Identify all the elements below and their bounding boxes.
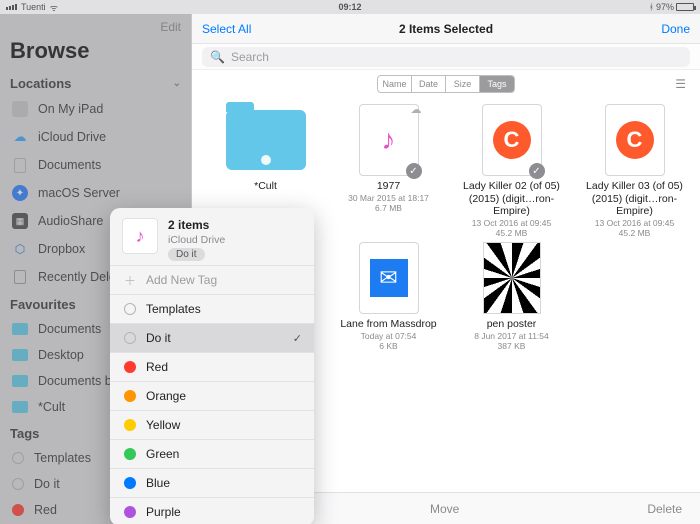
signal-icon	[6, 4, 17, 10]
tag-option-green[interactable]: Green	[110, 439, 314, 468]
tag-option-purple[interactable]: Purple	[110, 497, 314, 524]
mail-icon: ✉	[370, 259, 408, 297]
clock: 09:12	[338, 2, 361, 12]
tag-option-yellow[interactable]: Yellow	[110, 410, 314, 439]
sort-name[interactable]: Name	[378, 76, 412, 92]
list-layout-icon[interactable]: ☰	[675, 77, 686, 91]
tag-dot-icon	[124, 419, 136, 431]
tag-dot-icon	[124, 303, 136, 315]
tag-dot-icon	[124, 332, 136, 344]
plus-icon: ＋	[124, 274, 136, 286]
file-tile-ladykiller03[interactable]: C Lady Killer 03 (of 05) (2015) (digit…r…	[579, 104, 690, 238]
selection-title: 2 Items Selected	[399, 22, 493, 36]
battery-icon	[676, 3, 694, 11]
file-tile-penposter[interactable]: pen poster 8 Jun 2017 at 11:54 387 KB	[456, 242, 567, 351]
search-icon: 🔍	[210, 50, 225, 64]
comic-icon: C	[616, 121, 654, 159]
selection-badge: ✓	[529, 163, 545, 179]
sort-size[interactable]: Size	[446, 76, 480, 92]
popover-chip[interactable]: Do it	[168, 248, 205, 261]
file-tile-1977[interactable]: ♪☁✓ 1977 30 Mar 2015 at 18:17 6.7 MB	[333, 104, 444, 238]
battery-pct: 97%	[656, 2, 674, 12]
done-button[interactable]: Done	[661, 22, 690, 36]
popover-subtitle: iCloud Drive	[168, 234, 225, 246]
popover-title: 2 items	[168, 218, 225, 232]
selection-badge: ✓	[406, 163, 422, 179]
music-icon: ♪	[382, 124, 396, 156]
sort-tags[interactable]: Tags	[480, 76, 514, 92]
comic-icon: C	[493, 121, 531, 159]
sort-segmented[interactable]: Name Date Size Tags	[377, 75, 515, 93]
file-tile-ladykiller02[interactable]: C✓ Lady Killer 02 (of 05) (2015) (digit……	[456, 104, 567, 238]
file-tile-lane[interactable]: ✉ Lane from Massdrop Today at 07:54 6 KB	[333, 242, 444, 351]
sort-date[interactable]: Date	[412, 76, 446, 92]
cloud-download-icon: ☁	[411, 103, 422, 116]
tag-dot-icon	[124, 361, 136, 373]
tag-option-red[interactable]: Red	[110, 352, 314, 381]
search-input[interactable]: 🔍 Search	[202, 47, 690, 67]
tag-option-templates[interactable]: Templates	[110, 294, 314, 323]
folder-icon	[226, 110, 306, 170]
tag-option-doit[interactable]: Do it ✓	[110, 323, 314, 352]
carrier: Tuenti	[21, 2, 46, 12]
tag-dot-icon	[124, 390, 136, 402]
bluetooth-icon: ᚼ	[649, 2, 654, 12]
delete-button[interactable]: Delete	[647, 502, 682, 516]
popover-thumb: ♪	[122, 218, 158, 254]
wifi-icon: ᯤ	[50, 1, 58, 14]
select-all-button[interactable]: Select All	[202, 22, 251, 36]
tags-popover: ♪ 2 items iCloud Drive Do it ＋ Add New T…	[110, 208, 314, 524]
add-new-tag[interactable]: ＋ Add New Tag	[110, 265, 314, 294]
check-icon: ✓	[293, 332, 302, 345]
tag-dot-icon	[124, 448, 136, 460]
move-button[interactable]: Move	[430, 502, 459, 516]
tag-option-orange[interactable]: Orange	[110, 381, 314, 410]
poster-icon	[483, 242, 541, 314]
tag-dot-icon	[124, 506, 136, 518]
tag-dot-icon	[124, 477, 136, 489]
tag-option-blue[interactable]: Blue	[110, 468, 314, 497]
